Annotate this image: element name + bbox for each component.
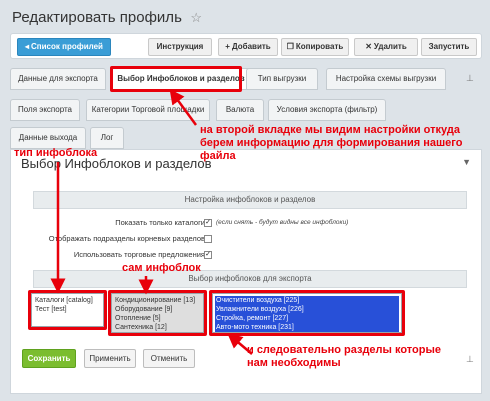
copy-label: Копировать — [295, 42, 344, 51]
option-show-subsections-label: Отображать подразделы корневых разделов — [48, 234, 205, 243]
show-catalogs-checkbox[interactable]: ✓ — [204, 219, 212, 227]
tab-export-data[interactable]: Данные для экспорта — [10, 68, 106, 90]
highlight-iblock-type — [28, 290, 107, 330]
page-title: Редактировать профиль — [12, 9, 182, 26]
highlight-iblock — [108, 290, 207, 336]
tab-currency[interactable]: Валюта — [216, 99, 264, 121]
toolbar: ◂ Список профилей Инструкция + Добавить ❐ К… — [10, 33, 482, 59]
tab-export-fields[interactable]: Поля экспорта — [10, 99, 80, 121]
option-show-catalogs-label: Показать только каталоги — [115, 218, 205, 227]
tab-marketplace-categories[interactable]: Категории Торговой площадки — [86, 99, 210, 121]
profile-list-button[interactable]: ◂ Список профилей — [17, 38, 111, 56]
instruction-label: Инструкция — [156, 42, 204, 51]
section-iblock-export: Выбор инфоблоков для экспорта — [33, 270, 467, 288]
instruction-button[interactable]: Инструкция — [148, 38, 212, 56]
tab-output-data[interactable]: Данные выхода — [10, 127, 86, 149]
annotation-iblock-type: тип инфоблока — [14, 147, 98, 159]
delete-button[interactable]: ✕ Удалить — [354, 38, 418, 56]
add-button[interactable]: + Добавить — [218, 38, 278, 56]
annotation-sections: и следовательно разделы которые нам необ… — [247, 344, 441, 369]
highlight-sections — [209, 290, 405, 336]
use-offers-checkbox[interactable]: ✓ — [204, 251, 212, 259]
pin-icon[interactable]: ⊥ — [466, 354, 474, 365]
tab-export-type[interactable]: Тип выгрузки — [246, 68, 318, 90]
tab-log[interactable]: Лог — [90, 127, 124, 149]
annotation-iblock: сам инфоблок — [122, 262, 201, 274]
copy-button[interactable]: ❐ Копировать — [281, 38, 349, 56]
delete-label: Удалить — [373, 42, 407, 51]
cancel-button[interactable]: Отменить — [143, 349, 195, 368]
apply-button[interactable]: Применить — [84, 349, 136, 368]
option-use-offers-label: Использовать торговые предложения — [73, 250, 205, 259]
run-button[interactable]: Запустить — [421, 38, 477, 56]
star-icon[interactable]: ☆ — [190, 10, 202, 25]
section-iblock-settings: Настройка инфоблоков и разделов — [33, 191, 467, 209]
plus-icon: + — [225, 42, 230, 51]
show-catalogs-note: (если снять - будут видны все инфоблоки) — [216, 219, 349, 226]
profile-list-label: Список профилей — [31, 42, 103, 51]
tab-export-scheme[interactable]: Настройка схемы выгрузки — [326, 68, 446, 90]
close-icon: ✕ — [365, 42, 372, 51]
show-subsections-checkbox[interactable] — [204, 235, 212, 243]
add-label: Добавить — [231, 42, 271, 51]
tab-export-conditions[interactable]: Условия экспорта (фильтр) — [268, 99, 386, 121]
title-bar: Редактировать профиль ☆ — [0, 0, 490, 32]
pin-icon[interactable]: ⊥ — [466, 73, 474, 84]
save-button[interactable]: Сохранить — [22, 349, 76, 368]
arrow-left-icon: ◂ — [25, 42, 30, 51]
annotation-second-tab: на второй вкладке мы видим настройки отк… — [200, 124, 463, 162]
copy-icon: ❐ — [286, 42, 294, 51]
run-label: Запустить — [428, 42, 470, 51]
highlight-active-tab — [110, 66, 242, 92]
